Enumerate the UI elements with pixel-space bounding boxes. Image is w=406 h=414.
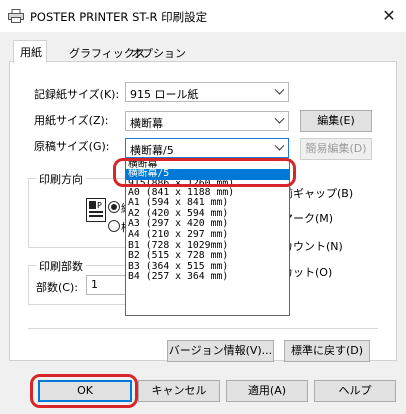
chevron-down-icon	[274, 84, 285, 95]
chevron-down-icon	[274, 113, 285, 124]
portrait-radio[interactable]	[108, 201, 120, 213]
copies-label: 部数(C):	[36, 281, 78, 294]
record-size-select[interactable]: 915 ロール紙	[125, 82, 289, 102]
tab-paper[interactable]: 用紙	[13, 40, 47, 63]
print-direction-group	[28, 178, 126, 248]
paper-size-value: 横断幕	[130, 117, 163, 130]
version-info-button[interactable]: バージョン情報(V)...	[167, 340, 274, 362]
original-size-label: 原稿サイズ(G):	[34, 140, 110, 153]
divider	[28, 328, 378, 329]
cancel-button[interactable]: キャンセル	[138, 380, 220, 402]
edit-button[interactable]: 編集(E)	[300, 110, 372, 132]
dropdown-option[interactable]: B4 (257 x 364 mm)	[126, 272, 289, 283]
count-label[interactable]: カウント(N)	[282, 238, 343, 254]
printer-icon	[8, 9, 24, 23]
close-icon[interactable]: ✕	[372, 0, 406, 32]
restore-default-button[interactable]: 標準に戻す(D)	[284, 340, 370, 362]
print-direction-title: 印刷方向	[36, 171, 86, 187]
landscape-radio[interactable]	[108, 220, 120, 232]
original-size-value: 横断幕/5	[130, 144, 174, 157]
svg-text:P: P	[97, 201, 102, 210]
tab-options[interactable]: オプション	[125, 42, 192, 62]
dropdown-option[interactable]: A4 (210 x 297 mm)	[126, 229, 289, 241]
help-button[interactable]: ヘルプ	[314, 380, 396, 402]
record-size-value: 915 ロール紙	[130, 88, 199, 101]
paper-size-label: 用紙サイズ(Z):	[34, 114, 109, 127]
simple-edit-button[interactable]: 簡易編集(D)	[300, 138, 372, 160]
dropdown-option-selected[interactable]: 横断幕/5	[126, 168, 289, 180]
original-size-dropdown[interactable]: 横断幕 横断幕/5 915(886 × 1260 mm) A0 (841 x 1…	[125, 160, 290, 316]
original-size-select[interactable]: 横断幕/5	[125, 138, 289, 158]
portrait-orientation-icon: P	[86, 198, 106, 222]
ok-button[interactable]: OK	[38, 380, 132, 402]
title-bar: POSTER PRINTER ST-R 印刷設定 ✕	[0, 0, 406, 32]
copies-input[interactable]: 1	[86, 275, 126, 295]
copies-title: 印刷部数	[36, 258, 86, 274]
chevron-down-icon	[274, 140, 285, 151]
window-title: POSTER PRINTER ST-R 印刷設定	[30, 10, 208, 24]
gap-label[interactable]: 前ギャップ(B)	[282, 185, 353, 201]
paper-size-select[interactable]: 横断幕	[125, 111, 289, 131]
apply-button[interactable]: 適用(A)	[226, 380, 308, 402]
record-size-label: 記録紙サイズ(K):	[34, 88, 120, 101]
